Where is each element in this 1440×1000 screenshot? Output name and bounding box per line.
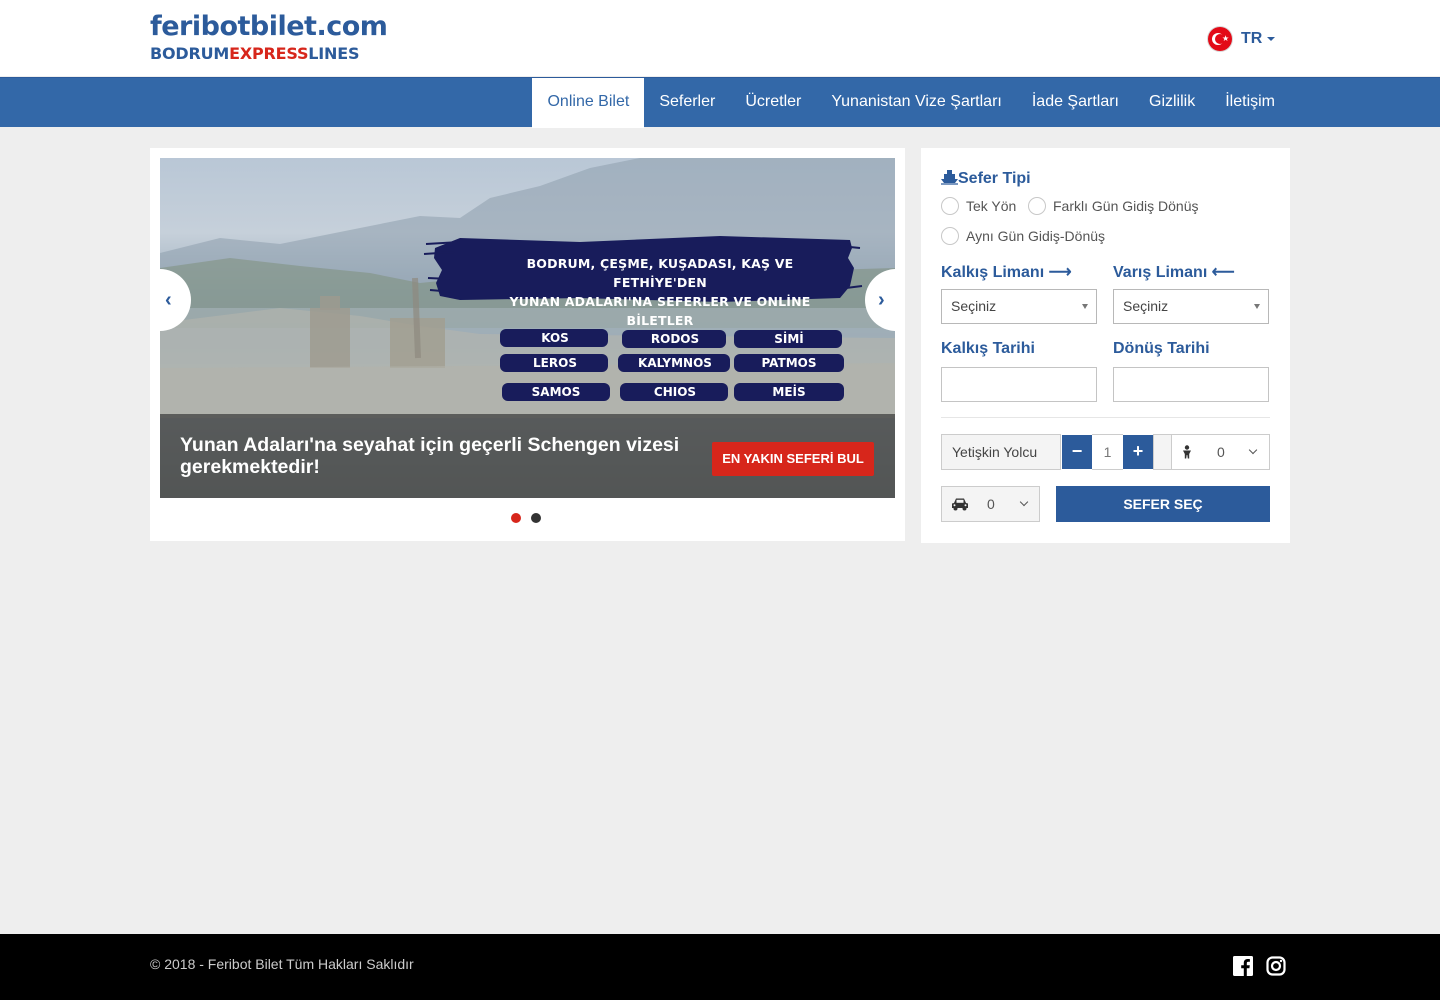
logo-sub-express: EXPRESS [229,44,309,63]
banner-line-1: BODRUM, ÇEŞME, KUŞADASI, KAŞ VE FETHİYE'… [526,256,794,290]
return-date-label: Dönüş Tarihi [1113,340,1210,357]
logo-subtitle: BODRUMEXPRESSLINES [150,44,387,64]
main-navbar: Online Bilet Seferler Ücretler Yunanista… [0,77,1440,128]
child-select-addon [1153,434,1171,470]
decrease-adult-button[interactable]: − [1062,435,1092,469]
copyright-text: © 2018 - Feribot Bilet Tüm Hakları Saklı… [150,956,414,972]
language-label: TR [1241,30,1263,47]
site-footer: © 2018 - Feribot Bilet Tüm Hakları Saklı… [0,934,1440,1000]
radio-same-day-return[interactable]: Aynı Gün Gidiş-Dönüş [941,226,1105,246]
form-divider [941,417,1270,418]
adult-count[interactable]: 1 [1092,434,1123,470]
booking-form: Sefer Tipi Tek Yön Farklı Gün Gidiş Dönü… [921,148,1290,543]
site-header: feribotbilet.com BODRUMEXPRESSLINES ★ TR [0,0,1440,76]
departure-date-input[interactable] [941,367,1097,402]
nav-menu: Online Bilet Seferler Ücretler Yunanista… [532,78,1290,128]
instagram-icon[interactable] [1266,956,1286,976]
island-label: SAMOS [531,385,581,399]
departure-port-select[interactable]: Seçiniz [941,289,1097,324]
return-date-input[interactable] [1113,367,1269,402]
logo-title: feribotbilet.com [150,11,388,42]
island-label: KALYMNOS [638,356,712,370]
nav-ucretler[interactable]: Ücretler [730,78,816,128]
car-icon [952,498,968,511]
slider-dot[interactable] [511,513,521,523]
departure-port-heading: Kalkış Limanı ⟶ [941,262,1072,282]
radio-circle[interactable] [1028,197,1046,215]
nav-vize-sartlari[interactable]: Yunanistan Vize Şartları [816,78,1016,128]
arrow-left-icon: ⟵ [1211,264,1235,281]
child-icon [1183,445,1191,459]
dropdown-triangle-icon [1254,304,1260,309]
find-nearest-trip-button[interactable]: EN YAKIN SEFERİ BUL [712,442,874,476]
arrival-port-heading: Varış Limanı ⟵ [1113,262,1235,282]
radio-different-day-label: Farklı Gün Gidiş Dönüş [1053,198,1199,214]
trip-type-heading: Sefer Tipi [941,169,1031,188]
banner-line-2: YUNAN ADALARI'NA SEFERLER VE ONLİNE BİLE… [509,294,811,328]
vehicle-select[interactable]: 0 [941,486,1040,522]
caption-text: Yunan Adaları'na seyahat için geçerli Sc… [180,434,680,478]
logo-sub-bodrum: BODRUM [150,44,230,63]
island-label: KOS [541,331,569,345]
logo-sub-lines: LINES [308,44,360,63]
facebook-icon[interactable] [1233,956,1253,976]
trip-type-label: Sefer Tipi [958,170,1031,187]
island-label: LEROS [533,356,577,370]
slide-banner-text: BODRUM, ÇEŞME, KUŞADASI, KAŞ VE FETHİYE'… [480,254,840,330]
nav-iletisim[interactable]: İletişim [1210,78,1290,128]
slider-panel: BODRUM, ÇEŞME, KUŞADASI, KAŞ VE FETHİYE'… [150,148,905,541]
arrival-port-select[interactable]: Seçiniz [1113,289,1269,324]
vehicle-count: 0 [987,496,995,512]
radio-one-way-label: Tek Yön [966,198,1017,214]
slide-image: BODRUM, ÇEŞME, KUŞADASI, KAŞ VE FETHİYE'… [160,158,895,498]
site-logo[interactable]: feribotbilet.com BODRUMEXPRESSLINES [150,10,388,64]
adult-passenger-label: Yetişkin Yolcu [941,434,1061,470]
arrival-port-label: Varış Limanı [1113,264,1208,281]
nav-gizlilik[interactable]: Gizlilik [1134,78,1210,128]
chevron-down-icon [1019,497,1029,507]
radio-different-day-return[interactable]: Farklı Gün Gidiş Dönüş [1028,196,1199,216]
nav-iade-sartlari[interactable]: İade Şartları [1017,78,1134,128]
island-label: CHIOS [653,385,697,399]
radio-same-day-label: Aynı Gün Gidiş-Dönüş [966,228,1106,244]
caret-down-icon [1267,37,1276,41]
chevron-down-icon [1248,445,1258,455]
radio-circle[interactable] [941,197,959,215]
radio-circle[interactable] [941,227,959,245]
turkey-flag-icon: ★ [1208,27,1232,51]
radio-one-way[interactable]: Tek Yön [941,196,1016,216]
slider-dot[interactable] [531,513,541,523]
dropdown-triangle-icon [1082,304,1088,309]
child-count: 0 [1217,444,1225,460]
island-label: MEİS [772,385,806,399]
departure-port-value: Seçiniz [951,298,997,314]
language-selector[interactable]: ★ TR [1208,26,1276,52]
child-passenger-select[interactable]: 0 [1171,434,1270,470]
select-trip-button[interactable]: SEFER SEÇ [1056,486,1270,522]
departure-port-label: Kalkış Limanı [941,264,1045,281]
nav-seferler[interactable]: Seferler [644,78,730,128]
increase-adult-button[interactable]: + [1123,435,1153,469]
ship-icon [941,170,958,185]
slide-caption: Yunan Adaları'na seyahat için geçerli Sc… [160,414,895,498]
island-label: RODOS [650,332,700,346]
arrival-port-value: Seçiniz [1123,298,1169,314]
arrow-right-icon: ⟶ [1048,264,1072,281]
island-label: PATMOS [761,356,817,370]
nav-online-bilet[interactable]: Online Bilet [532,78,645,128]
slider-pagination [511,513,551,523]
island-label: SİMİ [774,332,804,346]
departure-date-label: Kalkış Tarihi [941,340,1035,357]
